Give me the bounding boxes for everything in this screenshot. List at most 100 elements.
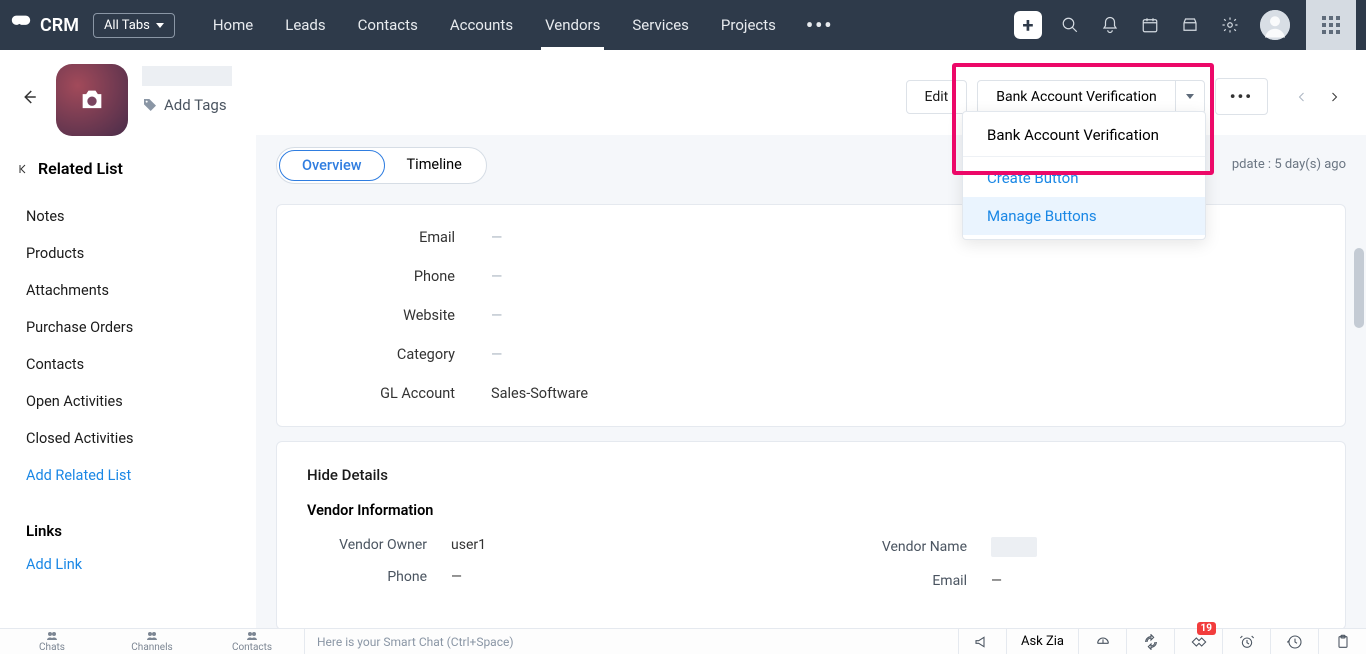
dropdown-manage-buttons[interactable]: Manage Buttons	[963, 197, 1205, 235]
primary-split-button: Bank Account Verification	[977, 80, 1205, 114]
apps-grid-icon[interactable]	[1306, 0, 1356, 50]
bottom-tab-channels[interactable]: Channels	[108, 630, 196, 653]
nav-right: +	[1014, 0, 1356, 50]
next-record-arrow[interactable]	[1320, 80, 1348, 114]
channels-icon	[145, 630, 159, 642]
website-value: —	[491, 307, 502, 324]
handshake-icon[interactable]: 19	[1174, 629, 1222, 654]
notification-badge: 19	[1197, 622, 1216, 635]
avatar[interactable]	[1260, 10, 1290, 40]
category-value: —	[491, 346, 502, 363]
vendor-name-value	[991, 537, 1037, 557]
hide-details-toggle[interactable]: Hide Details	[307, 466, 1315, 484]
sidebar-item-contacts[interactable]: Contacts	[18, 346, 238, 383]
back-arrow-icon[interactable]	[20, 88, 38, 110]
store-icon[interactable]	[1172, 0, 1208, 50]
record-image[interactable]	[56, 64, 128, 136]
logo-icon	[10, 12, 32, 38]
tag-icon	[142, 97, 158, 113]
record-title-area: Add Tags	[142, 64, 892, 114]
bottom-tab-contacts[interactable]: Contacts	[208, 630, 296, 653]
all-tabs-label: All Tabs	[104, 18, 150, 33]
details-card: Hide Details Vendor Information Vendor O…	[276, 441, 1346, 628]
bell-icon[interactable]	[1092, 0, 1128, 50]
vendor-name-label: Vendor Name	[811, 539, 991, 555]
related-list-title: Related List	[38, 159, 123, 178]
add-button[interactable]: +	[1014, 11, 1042, 39]
nav-link-vendors[interactable]: Vendors	[529, 0, 616, 50]
email2-label: Email	[811, 573, 991, 589]
tab-timeline[interactable]: Timeline	[385, 150, 484, 181]
email2-value: —	[991, 573, 1002, 589]
email-value: —	[491, 229, 502, 246]
gear-icon[interactable]	[1212, 0, 1248, 50]
ask-zia-button[interactable]: Ask Zia	[1006, 629, 1078, 654]
tab-overview[interactable]: Overview	[279, 150, 385, 181]
dropdown-create-button[interactable]: Create Button	[963, 159, 1205, 197]
bottom-bar: Chats Channels Contacts Here is your Smart…	[0, 628, 1366, 654]
nav-link-leads[interactable]: Leads	[269, 0, 341, 50]
nav-link-contacts[interactable]: Contacts	[342, 0, 434, 50]
all-tabs-dropdown[interactable]: All Tabs	[93, 13, 175, 38]
smart-chat-input[interactable]: Here is your Smart Chat (Ctrl+Space)	[304, 629, 958, 654]
record-nav-arrows	[1288, 80, 1348, 114]
sidebar-item-products[interactable]: Products	[18, 235, 238, 272]
website-label: Website	[307, 307, 491, 324]
sidebar-item-open-activities[interactable]: Open Activities	[18, 383, 238, 420]
nav-link-home[interactable]: Home	[197, 0, 269, 50]
contacts-icon	[245, 630, 259, 642]
button-dropdown: Bank Account Verification Create Button …	[962, 111, 1206, 240]
phone-value: —	[491, 268, 502, 285]
nav-link-services[interactable]: Services	[616, 0, 705, 50]
sidebar-item-purchase-orders[interactable]: Purchase Orders	[18, 309, 238, 346]
vendor-info-grid: Vendor Owneruser1 Phone— Vendor Name Ema…	[307, 537, 1315, 605]
sync-icon[interactable]	[1126, 629, 1174, 654]
record-name	[142, 66, 232, 86]
more-actions-button[interactable]: •••	[1215, 78, 1268, 115]
primary-button-label[interactable]: Bank Account Verification	[978, 81, 1175, 113]
history-icon[interactable]	[1270, 629, 1318, 654]
nav-link-accounts[interactable]: Accounts	[434, 0, 529, 50]
phone-label: Phone	[307, 268, 491, 285]
sidebar-item-closed-activities[interactable]: Closed Activities	[18, 420, 238, 457]
sidebar-item-attachments[interactable]: Attachments	[18, 272, 238, 309]
email-label: Email	[307, 229, 491, 246]
scrollbar-thumb[interactable]	[1354, 248, 1364, 328]
add-related-list-link[interactable]: Add Related List	[18, 457, 238, 494]
phone2-label: Phone	[307, 569, 451, 585]
add-tags-label: Add Tags	[164, 96, 227, 114]
add-tags-button[interactable]: Add Tags	[142, 96, 892, 114]
sidebar-item-notes[interactable]: Notes	[18, 198, 238, 235]
announcement-icon[interactable]	[958, 629, 1006, 654]
view-tabs: Overview Timeline	[276, 147, 487, 184]
dashboard-icon[interactable]	[1078, 629, 1126, 654]
calendar-icon[interactable]	[1132, 0, 1168, 50]
nav-links: HomeLeadsContactsAccountsVendorsServices…	[197, 0, 792, 50]
search-icon[interactable]	[1052, 0, 1088, 50]
dropdown-item-bav[interactable]: Bank Account Verification	[963, 116, 1205, 154]
gl-account-label: GL Account	[307, 385, 491, 402]
add-link-link[interactable]: Add Link	[18, 546, 238, 583]
vendor-owner-value: user1	[451, 537, 486, 553]
primary-button-arrow[interactable]	[1175, 81, 1204, 113]
clipboard-icon[interactable]	[1318, 629, 1366, 654]
collapse-icon[interactable]	[18, 163, 30, 175]
top-nav: CRM All Tabs HomeLeadsContactsAccountsVe…	[0, 0, 1366, 50]
alarm-icon[interactable]	[1222, 629, 1270, 654]
caret-down-icon	[156, 23, 164, 28]
vendor-owner-label: Vendor Owner	[307, 537, 451, 553]
app-name: CRM	[40, 15, 79, 36]
nav-link-projects[interactable]: Projects	[705, 0, 792, 50]
bottom-right-icons: Ask Zia 19	[958, 629, 1366, 654]
last-update-prefix: pdate :	[1232, 157, 1274, 172]
sidebar-header: Related List	[18, 159, 238, 178]
links-section-title: Links	[18, 516, 238, 546]
prev-record-arrow[interactable]	[1288, 80, 1316, 114]
nav-more-icon[interactable]: •••	[792, 13, 848, 37]
phone2-value: —	[451, 569, 462, 585]
chats-icon	[45, 630, 59, 642]
last-update-text: pdate : 5 day(s) ago	[1232, 157, 1346, 172]
bottom-tab-chats[interactable]: Chats	[8, 630, 96, 653]
edit-button[interactable]: Edit	[906, 80, 968, 114]
last-update-value: 5 day(s) ago	[1274, 157, 1346, 172]
